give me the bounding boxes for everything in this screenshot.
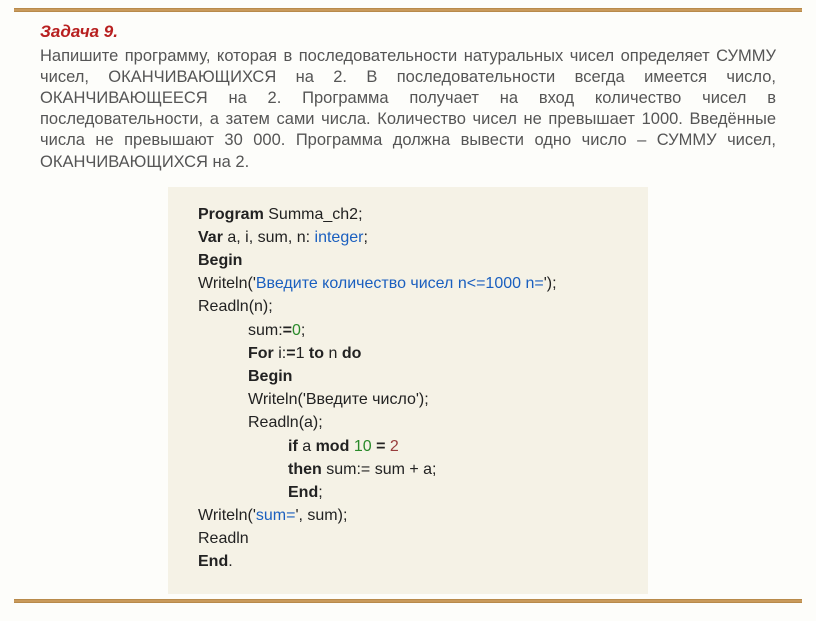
code-line: Writeln('Введите количество чисел n<=100…	[198, 272, 618, 295]
literal-ten: 10	[354, 438, 372, 455]
code-line: then sum:= sum + a;	[198, 458, 618, 481]
kw-begin: Begin	[198, 365, 618, 388]
kw-end: End	[198, 553, 228, 570]
code-line: End.	[198, 550, 618, 573]
code-line: Readln(n);	[198, 295, 618, 318]
code-line: For i:=1 to n do	[198, 342, 618, 365]
kw-for: For	[248, 345, 274, 362]
bottom-divider	[14, 599, 802, 603]
kw-begin: Begin	[198, 249, 618, 272]
code-line: Var a, i, sum, n: integer;	[198, 226, 618, 249]
code-line: if a mod 10 = 2	[198, 435, 618, 458]
code-line: sum:=0;	[198, 319, 618, 342]
kw-then: then	[288, 461, 322, 478]
kw-mod: mod	[316, 438, 350, 455]
string-literal: Введите количество чисел n<=1000 n=	[256, 275, 544, 292]
code-line: End;	[198, 481, 618, 504]
code-line: Writeln('Введите число');	[198, 388, 618, 411]
code-line: Readln	[198, 527, 618, 550]
code-line: Readln(a);	[198, 411, 618, 434]
kw-var: Var	[198, 229, 223, 246]
kw-end: End	[288, 484, 318, 501]
code-line: Writeln('sum=', sum);	[198, 504, 618, 527]
literal-two: 2	[390, 438, 399, 455]
content-area: Задача 9. Напишите программу, которая в …	[0, 12, 816, 594]
type-integer: integer	[315, 229, 364, 246]
string-literal: sum=	[256, 507, 296, 524]
kw-to: to	[309, 345, 324, 362]
task-description: Напишите программу, которая в последоват…	[40, 46, 776, 173]
code-line: Program Summa_ch2;	[198, 203, 618, 226]
code-block: Program Summa_ch2; Var a, i, sum, n: int…	[168, 187, 648, 594]
task-title: Задача 9.	[40, 22, 776, 42]
literal-zero: 0	[292, 322, 301, 339]
kw-do: do	[342, 345, 362, 362]
kw-program: Program	[198, 206, 264, 223]
kw-if: if	[288, 438, 298, 455]
